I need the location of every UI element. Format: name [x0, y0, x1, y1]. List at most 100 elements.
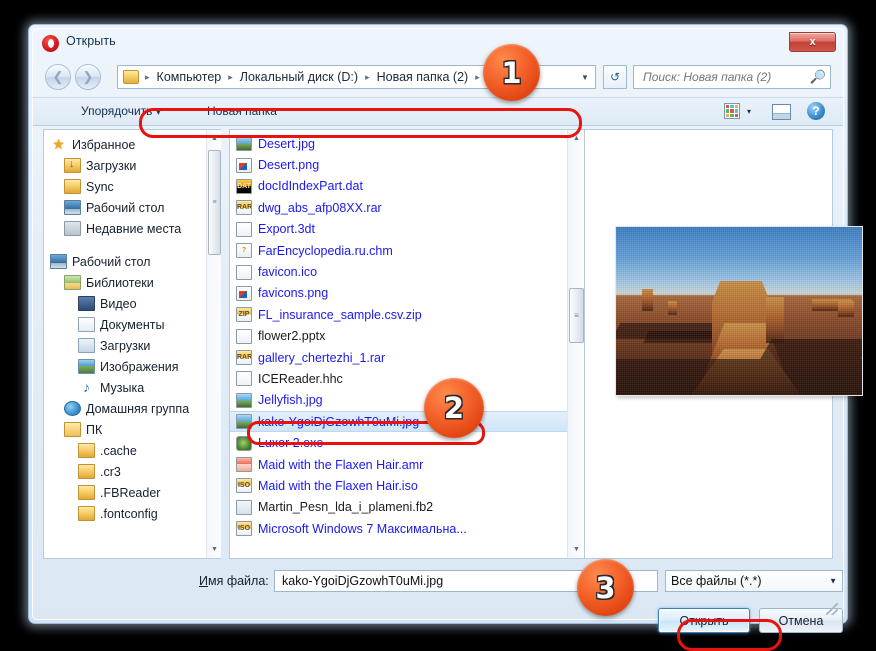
breadcrumb-new-folder[interactable]: Новая папка (2) [374, 70, 472, 84]
file-row[interactable]: ? FarEncyclopedia.ru.chm [230, 240, 584, 261]
search-icon[interactable]: 🔍 [810, 69, 826, 85]
sidebar-item-домашняя-группа[interactable]: Домашняя группа [50, 398, 221, 419]
window-title: Открыть [66, 34, 116, 48]
file-name: flower2.pptx [258, 329, 326, 344]
folder-icon [78, 485, 95, 500]
preview-pane-icon[interactable] [772, 104, 791, 120]
breadcrumb-computer[interactable]: Компьютер [154, 70, 225, 84]
sidebar-item-пк[interactable]: ПК [50, 419, 221, 440]
preview-pane [585, 129, 863, 559]
search-input[interactable] [641, 69, 810, 85]
breadcrumb-local-disk[interactable]: Локальный диск (D:) [237, 70, 361, 84]
file-row[interactable]: Desert.png [230, 154, 584, 175]
file-row[interactable]: Maid with the Flaxen Hair.amr [230, 454, 584, 475]
organize-menu-button[interactable]: Упорядочить ▾ [81, 104, 160, 118]
breadcrumb-separator: ▸ [145, 71, 150, 82]
recent-places-icon [64, 221, 81, 236]
sidebar-item-библиотеки[interactable]: Библиотеки [50, 272, 221, 293]
documents-library-icon [78, 317, 95, 332]
navpane-scrollbar[interactable]: ▲ ≡ ▼ [206, 130, 221, 558]
rar-archive-icon: RAR [236, 350, 252, 366]
file-row[interactable]: RAR gallery_chertezhi_1.rar [230, 347, 584, 368]
file-row[interactable]: ICEReader.hhc [230, 368, 584, 389]
sidebar-item-документы[interactable]: Документы [50, 314, 221, 335]
sidebar-item-видео[interactable]: Видео [50, 293, 221, 314]
sidebar-item-label: Загрузки [100, 338, 151, 353]
sidebar-item--fbreader[interactable]: .FBReader [50, 482, 221, 503]
scroll-up-icon[interactable]: ▲ [568, 130, 584, 147]
sidebar-item-label: Избранное [72, 137, 136, 152]
scroll-down-icon[interactable]: ▼ [568, 541, 584, 558]
sidebar-item--cr3[interactable]: .cr3 [50, 461, 221, 482]
file-list[interactable]: Desert.jpg Desert.png DAT docIdIndexPart.da… [229, 129, 585, 559]
resize-grip[interactable] [826, 603, 838, 615]
refresh-icon[interactable]: ↺ [603, 65, 627, 89]
file-row[interactable]: favicons.png [230, 283, 584, 304]
file-row[interactable]: ISO Microsoft Windows 7 Максимальна... [230, 518, 584, 539]
file-name: favicon.ico [258, 265, 318, 280]
search-box[interactable]: 🔍 [633, 65, 831, 89]
downloads-library-icon [78, 338, 95, 353]
sidebar-item-sync[interactable]: Sync [50, 176, 221, 197]
file-row[interactable]: Jellyfish.jpg [230, 390, 584, 411]
scroll-down-icon[interactable]: ▼ [207, 541, 221, 558]
sidebar-item-избранное[interactable]: ★ Избранное [50, 134, 221, 155]
folder-icon [78, 506, 95, 521]
pictures-library-icon [78, 359, 95, 374]
open-file-dialog: Открыть x ❮ ❯ ▸ Компьютер ▸ Локальный ди… [28, 24, 863, 651]
change-view-button[interactable]: ▾ [723, 103, 751, 119]
sidebar-item-label: .fontconfig [100, 506, 158, 521]
folder-icon [64, 179, 81, 194]
sidebar-item-label: ПК [86, 422, 103, 437]
sidebar-item--fontconfig[interactable]: .fontconfig [50, 503, 221, 524]
amr-audio-icon [236, 457, 252, 473]
file-row[interactable]: RAR dwg_abs_afp08XX.rar [230, 197, 584, 218]
sidebar-item-загрузки[interactable]: Загрузки [50, 335, 221, 356]
file-name: Export.3dt [258, 222, 315, 237]
file-row[interactable]: ZIP FL_insurance_sample.csv.zip [230, 304, 584, 325]
file-row[interactable]: Martin_Pesn_lda_i_plameni.fb2 [230, 497, 584, 518]
navigation-pane[interactable]: ★ Избранное Загрузки Sync Рабочий стол Недавн… [43, 129, 221, 559]
file-name: docIdIndexPart.dat [258, 179, 363, 194]
sidebar-item-label: Документы [100, 317, 165, 332]
annotation-badge-1: 1 [483, 44, 540, 101]
file-row[interactable]: Desert.jpg [230, 133, 584, 154]
png-file-icon [236, 285, 252, 301]
new-folder-button[interactable]: Новая папка [207, 104, 277, 118]
file-type-select[interactable]: Все файлы (*.*) ▼ [665, 570, 843, 592]
sidebar-item-изображения[interactable]: Изображения [50, 356, 221, 377]
close-button[interactable]: x [789, 32, 836, 52]
file-name: Maid with the Flaxen Hair.iso [258, 478, 418, 493]
sidebar-item-музыка[interactable]: ♪ Музыка [50, 377, 221, 398]
image-preview [615, 226, 863, 396]
chevron-down-icon[interactable]: ▾ [747, 107, 751, 116]
sidebar-item--cache[interactable]: .cache [50, 440, 221, 461]
organize-label: Упорядочить [81, 104, 153, 118]
sidebar-item-загрузки[interactable]: Загрузки [50, 155, 221, 176]
file-row[interactable]: ISO Maid with the Flaxen Hair.iso [230, 475, 584, 496]
file-list-scroll-thumb[interactable]: ≡ [569, 288, 584, 343]
generic-file-icon [236, 371, 252, 387]
file-row-selected[interactable]: kako-YgoiDjGzowhT0uMi.jpg [230, 411, 584, 433]
help-icon[interactable]: ? [807, 102, 825, 120]
sidebar-item-рабочий-стол[interactable]: Рабочий стол [50, 251, 221, 272]
breadcrumb-separator: ▸ [365, 71, 370, 82]
command-toolbar: Упорядочить ▾ Новая папка ▾ ? [33, 97, 843, 126]
sidebar-item-недавние-места[interactable]: Недавние места [50, 218, 221, 239]
open-button[interactable]: Открыть [658, 608, 750, 633]
sidebar-item-label: .FBReader [100, 485, 161, 500]
sidebar-item-рабочий-стол[interactable]: Рабочий стол [50, 197, 221, 218]
navpane-scroll-thumb[interactable]: ≡ [208, 150, 221, 255]
dialog-body: ★ Избранное Загрузки Sync Рабочий стол Недавн… [43, 129, 863, 559]
arrow-left-icon[interactable]: ❮ [45, 64, 71, 90]
arrow-right-icon[interactable]: ❯ [75, 64, 101, 90]
file-row[interactable]: flower2.pptx [230, 326, 584, 347]
file-row[interactable]: favicon.ico [230, 261, 584, 282]
title-bar: Открыть x [33, 29, 843, 59]
chevron-down-icon[interactable]: ▼ [575, 66, 595, 88]
file-row[interactable]: Luxor 2.exe [230, 432, 584, 453]
file-row[interactable]: Export.3dt [230, 219, 584, 240]
file-row[interactable]: DAT docIdIndexPart.dat [230, 176, 584, 197]
file-list-scrollbar[interactable]: ▲ ≡ ▼ [567, 130, 584, 558]
scroll-up-icon[interactable]: ▲ [207, 130, 221, 147]
